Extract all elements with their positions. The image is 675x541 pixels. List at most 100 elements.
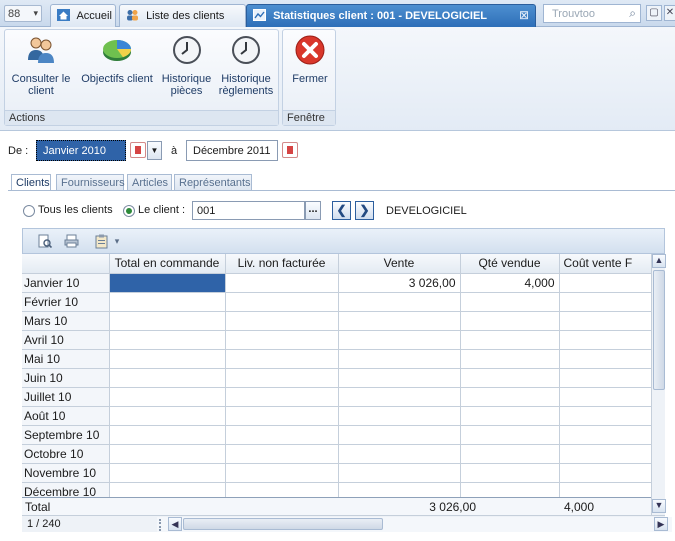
cell-total-commande[interactable] [109,368,226,388]
cell-liv-non-facturee[interactable] [225,425,339,445]
preview-icon[interactable] [37,234,53,249]
table-row[interactable]: Juin 10 [22,368,651,388]
table-row[interactable]: Janvier 10 3 026,00 4,000 [22,273,651,293]
cell-total-commande[interactable] [109,463,226,483]
splitter-grip-icon[interactable] [159,519,167,531]
cell-qte-vendue[interactable] [460,482,560,497]
table-row[interactable]: Octobre 10 [22,444,651,464]
column-header-vente[interactable]: Vente [338,254,461,274]
tab-liste-clients[interactable]: Liste des clients [119,4,246,27]
table-row[interactable]: Avril 10 [22,330,651,350]
historique-pieces-button[interactable]: Historique pièces [159,34,214,97]
table-row[interactable]: Décembre 10 [22,482,651,497]
cell-qte-vendue[interactable] [460,368,560,388]
cell-liv-non-facturee[interactable] [225,273,339,293]
cell-liv-non-facturee[interactable] [225,463,339,483]
cell-total-commande[interactable] [109,349,226,369]
cell-liv-non-facturee[interactable] [225,444,339,464]
cell-vente[interactable] [338,463,461,483]
cell-vente[interactable] [338,311,461,331]
cell-cout-vente[interactable] [559,330,651,350]
cell-vente[interactable] [338,292,461,312]
cell-qte-vendue[interactable] [460,444,560,464]
cell-cout-vente[interactable] [559,406,651,426]
calendar-icon[interactable] [282,142,298,158]
restore-window-icon[interactable]: ▢ [646,5,662,21]
cell-liv-non-facturee[interactable] [225,292,339,312]
cell-cout-vente[interactable] [559,311,651,331]
cell-qte-vendue[interactable] [460,425,560,445]
cell-liv-non-facturee[interactable] [225,406,339,426]
cell-cout-vente[interactable] [559,273,651,293]
cell-qte-vendue[interactable] [460,463,560,483]
cell-qte-vendue[interactable] [460,330,560,350]
radio-tous-clients[interactable] [23,205,35,217]
tab-fournisseurs[interactable]: Fournisseurs [56,174,125,191]
cell-cout-vente[interactable] [559,292,651,312]
table-row[interactable]: Juillet 10 [22,387,651,407]
print-icon[interactable] [63,234,79,249]
search-input[interactable]: Trouvtoo [552,8,595,20]
cell-liv-non-facturee[interactable] [225,482,339,497]
cell-total-commande[interactable] [109,387,226,407]
close-window-icon[interactable]: ✕ [664,5,675,21]
row-header[interactable]: Octobre 10 [22,444,110,464]
cell-vente[interactable] [338,444,461,464]
row-header[interactable]: Mars 10 [22,311,110,331]
column-header-cout-vente[interactable]: Coût vente F [559,254,651,274]
previous-client-button[interactable]: ❮ [332,201,351,220]
scrollbar-thumb[interactable] [653,270,665,390]
window-menu-button[interactable]: 88 ▾ [4,5,42,22]
cell-qte-vendue[interactable] [460,406,560,426]
row-header[interactable]: Juin 10 [22,368,110,388]
fermer-button[interactable]: Fermer [287,34,333,85]
radio-le-client-label[interactable]: Le client : [138,204,185,216]
cell-cout-vente[interactable] [559,463,651,483]
scroll-up-icon[interactable]: ▲ [652,254,666,268]
table-row[interactable]: Septembre 10 [22,425,651,445]
chevron-down-icon[interactable]: ▼ [147,141,162,160]
client-code-input[interactable]: 001 [192,201,305,220]
table-row[interactable]: Novembre 10 [22,463,651,483]
row-header[interactable]: Avril 10 [22,330,110,350]
table-row[interactable]: Août 10 [22,406,651,426]
row-header[interactable]: Mai 10 [22,349,110,369]
cell-vente[interactable] [338,368,461,388]
date-from-field[interactable]: Janvier 2010 [36,140,126,161]
cell-liv-non-facturee[interactable] [225,311,339,331]
cell-cout-vente[interactable] [559,444,651,464]
cell-vente[interactable] [338,406,461,426]
browse-client-button[interactable]: ... [305,201,321,220]
close-tab-icon[interactable]: ⊠ [519,8,529,22]
date-to-field[interactable]: Décembre 2011 [186,140,278,161]
cell-total-commande[interactable] [109,444,226,464]
tab-accueil[interactable]: Accueil [50,4,116,27]
next-client-button[interactable]: ❯ [355,201,374,220]
cell-total-commande[interactable] [109,311,226,331]
tab-representants[interactable]: Représentants [174,174,252,191]
cell-cout-vente[interactable] [559,387,651,407]
row-header[interactable]: Août 10 [22,406,110,426]
search-box[interactable]: Trouvtoo ⌕ [543,4,641,23]
tab-articles[interactable]: Articles [127,174,172,191]
cell-vente[interactable] [338,330,461,350]
vertical-scrollbar[interactable]: ▲ ▼ [651,254,666,515]
cell-cout-vente[interactable] [559,482,651,497]
chevron-down-icon[interactable]: ▾ [109,236,125,251]
cell-qte-vendue[interactable] [460,349,560,369]
cell-cout-vente[interactable] [559,425,651,445]
column-header-qte-vendue[interactable]: Qté vendue [460,254,560,274]
horizontal-scrollbar[interactable]: ◀ ▶ [157,517,672,532]
table-row[interactable]: Mai 10 [22,349,651,369]
row-header[interactable]: Février 10 [22,292,110,312]
radio-le-client[interactable] [123,205,135,217]
cell-qte-vendue[interactable]: 4,000 [460,273,560,293]
scroll-left-icon[interactable]: ◀ [168,517,182,531]
row-header[interactable]: Novembre 10 [22,463,110,483]
row-header[interactable]: Décembre 10 [22,482,110,497]
scrollbar-thumb[interactable] [183,518,383,530]
cell-total-commande[interactable] [109,482,226,497]
cell-qte-vendue[interactable] [460,292,560,312]
table-row[interactable]: Mars 10 [22,311,651,331]
cell-liv-non-facturee[interactable] [225,387,339,407]
